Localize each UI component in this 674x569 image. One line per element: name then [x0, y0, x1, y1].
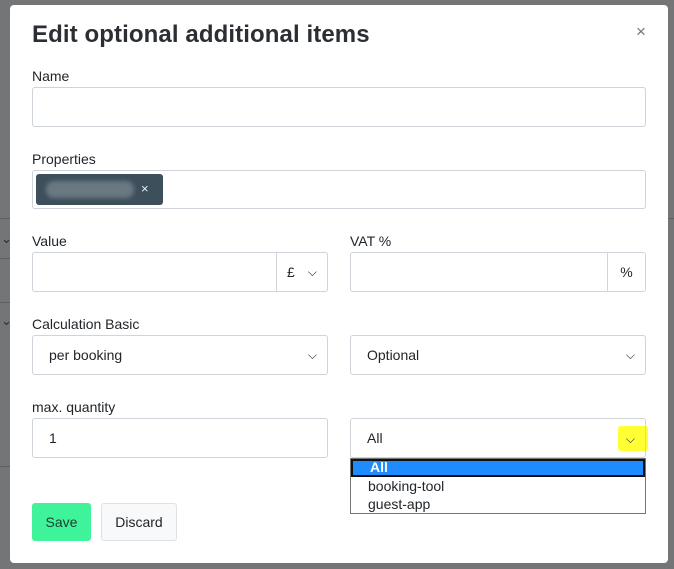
item-type-select[interactable]: Optional ⌵	[350, 335, 646, 375]
channel-option-booking-tool[interactable]: booking-tool	[351, 478, 645, 496]
edit-items-modal: Edit optional additional items × Name Pr…	[10, 5, 668, 563]
close-icon[interactable]: ×	[632, 23, 650, 41]
background-divider	[0, 258, 10, 259]
background-divider	[0, 466, 10, 467]
chevron-down-icon: ⌵	[625, 432, 635, 446]
name-label: Name	[32, 68, 70, 84]
properties-label: Properties	[32, 151, 96, 167]
value-label: Value	[32, 233, 67, 249]
background-divider	[0, 302, 10, 303]
channel-value: All	[367, 430, 383, 446]
background-divider	[0, 218, 10, 219]
tag-remove-icon[interactable]: ×	[141, 181, 149, 196]
properties-input[interactable]: ×	[32, 170, 646, 209]
vat-label: VAT %	[350, 233, 392, 249]
max-quantity-label: max. quantity	[32, 399, 116, 415]
value-input[interactable]	[32, 252, 278, 292]
max-quantity-input[interactable]: 1	[32, 418, 328, 458]
percent-addon: %	[607, 252, 646, 292]
save-button[interactable]: Save	[32, 503, 91, 541]
chevron-down-icon: ⌵	[307, 265, 317, 279]
redacted-tag-text	[46, 181, 134, 198]
currency-select[interactable]: £ ⌵	[276, 252, 328, 292]
calculation-basis-select[interactable]: per booking ⌵	[32, 335, 328, 375]
item-type-value: Optional	[367, 347, 420, 363]
modal-title: Edit optional additional items	[32, 21, 370, 48]
name-input[interactable]	[32, 87, 646, 127]
channel-option-all[interactable]: All	[351, 459, 645, 477]
calculation-label: Calculation Basic	[32, 316, 140, 332]
channel-dropdown-list: All booking-tool guest-app	[350, 458, 646, 514]
chevron-down-icon: ⌵	[307, 348, 317, 362]
chevron-down-icon: ⌵	[625, 348, 635, 362]
background-divider	[668, 218, 674, 219]
currency-value: £	[287, 264, 295, 280]
vat-input[interactable]	[350, 252, 609, 292]
discard-button[interactable]: Discard	[101, 503, 177, 541]
property-tag: ×	[36, 174, 163, 205]
channel-option-guest-app[interactable]: guest-app	[351, 496, 645, 514]
channel-select[interactable]: All ⌵	[350, 418, 646, 458]
calculation-basis-value: per booking	[49, 347, 123, 363]
